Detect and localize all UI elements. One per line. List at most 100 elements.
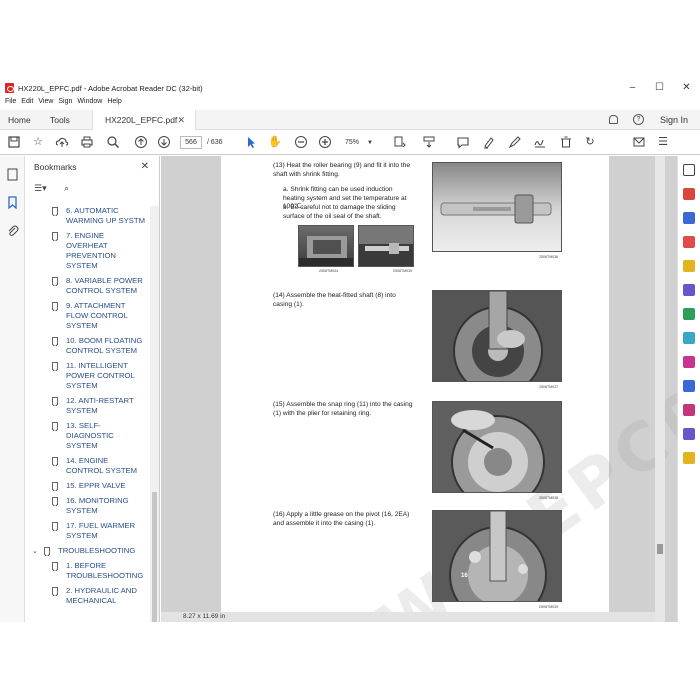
document-scrollbar[interactable] — [655, 156, 665, 622]
highlight-pen-icon[interactable] — [482, 135, 496, 149]
tab-tools[interactable]: Tools — [50, 110, 70, 130]
sign-icon[interactable] — [533, 135, 547, 149]
title-bar: HX220L_EPFC.pdf - Adobe Acrobat Reader D… — [0, 78, 700, 98]
menu-file[interactable]: File — [5, 98, 16, 110]
new-bookmark-icon[interactable]: ⌕ — [64, 183, 69, 194]
bookmark-label: 1. BEFORE TROUBLESHOOTING — [66, 561, 144, 580]
minimize-icon[interactable]: – — [619, 78, 646, 98]
export-pdf-icon[interactable] — [683, 188, 695, 200]
bookmark-flag-icon — [52, 397, 58, 406]
notification-bell-icon[interactable] — [609, 115, 618, 124]
bookmark-list: 6. AUTOMATIC WARMING UP SYSTM 7. ENGINE O… — [26, 206, 150, 622]
bookmark-flag-icon — [52, 587, 58, 596]
hand-tool-icon[interactable]: ✋ — [268, 135, 282, 149]
zoom-out-icon[interactable] — [294, 135, 308, 149]
tab-home[interactable]: Home — [8, 110, 31, 130]
step-15-photo — [432, 401, 562, 493]
tab-document[interactable]: HX220L_EPFC.pdf ✕ — [92, 110, 196, 130]
comment-tool-icon[interactable] — [683, 260, 695, 272]
bookmark-item[interactable]: 9. ATTACHMENT FLOW CONTROL SYSTEM — [26, 301, 150, 331]
delete-trash-icon[interactable] — [559, 135, 573, 149]
step-16-photo-label: 16 — [461, 573, 468, 579]
bookmark-item[interactable]: 1. BEFORE TROUBLESHOOTING — [26, 561, 150, 581]
bookmark-item[interactable]: 15. EPPR VALVE — [26, 481, 150, 491]
comment-icon[interactable] — [456, 135, 470, 149]
step-13-subphoto-2-caption: 2508TM035 — [393, 269, 413, 273]
attachments-paperclip-icon[interactable] — [6, 224, 19, 237]
create-pdf-icon[interactable] — [683, 236, 695, 248]
bookmark-item[interactable]: 16. MONITORING SYSTEM — [26, 496, 150, 516]
sign-in-button[interactable]: Sign In — [660, 110, 688, 130]
menu-window[interactable]: Window — [77, 98, 102, 110]
bookmark-panel-icon[interactable] — [6, 196, 19, 210]
bookmark-item[interactable]: 2. HYDRAULIC AND MECHANICAL — [26, 586, 150, 606]
bookmark-options-icon[interactable]: ☰▾ — [34, 183, 47, 194]
menu-sign[interactable]: Sign — [58, 98, 72, 110]
bookmark-item[interactable]: 12. ANTI-RESTART SYSTEM — [26, 396, 150, 416]
maximize-icon[interactable]: ☐ — [646, 78, 673, 98]
close-window-icon[interactable]: ✕ — [673, 78, 700, 98]
bookmark-label: 13. SELF-DIAGNOSTIC SYSTEM — [66, 421, 114, 450]
upload-cloud-icon[interactable] — [55, 135, 69, 149]
bookmark-item[interactable]: 7. ENGINE OVERHEAT PREVENTION SYSTEM — [26, 231, 150, 271]
send-for-signature-icon[interactable] — [683, 428, 695, 440]
bookmark-item[interactable]: 8. VARIABLE POWER CONTROL SYSTEM — [26, 276, 150, 296]
bookmark-item[interactable]: 13. SELF-DIAGNOSTIC SYSTEM — [26, 421, 150, 451]
bookmark-item[interactable]: 11. INTELLIGENT POWER CONTROL SYSTEM — [26, 361, 150, 391]
select-cursor-icon[interactable] — [244, 135, 258, 149]
next-page-icon[interactable] — [157, 135, 171, 149]
bookmark-flag-icon — [44, 547, 50, 556]
close-tab-icon[interactable]: ✕ — [177, 110, 185, 130]
bookmark-item[interactable]: 14. ENGINE CONTROL SYSTEM — [26, 456, 150, 476]
expand-chevron-icon[interactable]: ⌄ — [32, 547, 38, 557]
fill-sign-icon[interactable] — [683, 356, 695, 368]
previous-page-icon[interactable] — [134, 135, 148, 149]
status-bar: 8.27 x 11.69 in — [161, 612, 655, 622]
document-view[interactable]: WWW.EPCDEPO.COM (13) Heat the roller bea… — [161, 138, 700, 622]
bookmark-label: 12. ANTI-RESTART SYSTEM — [66, 396, 134, 415]
page-number-input[interactable]: 566 — [180, 136, 202, 149]
search-icon[interactable] — [106, 135, 120, 149]
search-tool-icon[interactable] — [683, 164, 695, 176]
organize-pages-icon[interactable] — [683, 308, 695, 320]
bookmark-flag-icon — [52, 482, 58, 491]
star-bookmark-icon[interactable]: ☆ — [31, 135, 45, 149]
bookmark-scroll-thumb[interactable] — [152, 492, 157, 622]
edit-pdf-icon[interactable] — [683, 212, 695, 224]
bookmark-label: 9. ATTACHMENT FLOW CONTROL SYSTEM — [66, 301, 128, 330]
draw-pen-icon[interactable] — [508, 135, 522, 149]
combine-files-icon[interactable] — [683, 284, 695, 296]
bookmark-flag-icon — [52, 422, 58, 431]
email-icon[interactable] — [632, 135, 646, 149]
more-tools-icon[interactable]: ☰ — [656, 135, 670, 149]
page-fit-icon[interactable] — [392, 135, 406, 149]
chevron-down-icon: ▼ — [367, 140, 373, 146]
bookmark-item[interactable]: 6. AUTOMATIC WARMING UP SYSTM — [26, 206, 150, 226]
close-panel-icon[interactable]: ✕ — [141, 156, 149, 178]
help-icon[interactable]: ? — [633, 114, 644, 125]
page-size-label: 8.27 x 11.69 in — [183, 613, 226, 620]
bookmarks-title: Bookmarks — [34, 162, 77, 172]
print-icon[interactable] — [80, 135, 94, 149]
document-scroll-thumb[interactable] — [657, 544, 663, 554]
bookmark-item[interactable]: 10. BOOM FLOATING CONTROL SYSTEM — [26, 336, 150, 356]
rotate-icon[interactable]: ↻ — [583, 135, 597, 149]
menu-help[interactable]: Help — [107, 98, 121, 110]
menu-edit[interactable]: Edit — [21, 98, 33, 110]
zoom-level-select[interactable]: 75% ▼ — [345, 136, 377, 149]
save-icon[interactable] — [7, 135, 21, 149]
bookmark-item[interactable]: 17. FUEL WARMER SYSTEM — [26, 521, 150, 541]
step-13-subphoto-1 — [298, 225, 354, 267]
bookmark-scrollbar[interactable] — [150, 206, 159, 622]
page-thumbnails-icon[interactable] — [6, 168, 19, 181]
protect-icon[interactable] — [683, 380, 695, 392]
menu-view[interactable]: View — [38, 98, 53, 110]
scroll-mode-icon[interactable] — [422, 135, 436, 149]
zoom-in-icon[interactable] — [318, 135, 332, 149]
prepare-form-icon[interactable] — [683, 404, 695, 416]
more-tools-rail-icon[interactable] — [683, 452, 695, 464]
bookmark-item[interactable]: ⌄ TROUBLESHOOTING — [26, 546, 150, 556]
bookmarks-toolbar: ☰▾ ⌕ — [26, 178, 159, 200]
step-15-title: (15) Assemble the snap ring (11) into th… — [273, 401, 413, 417]
scan-ocr-icon[interactable] — [683, 332, 695, 344]
